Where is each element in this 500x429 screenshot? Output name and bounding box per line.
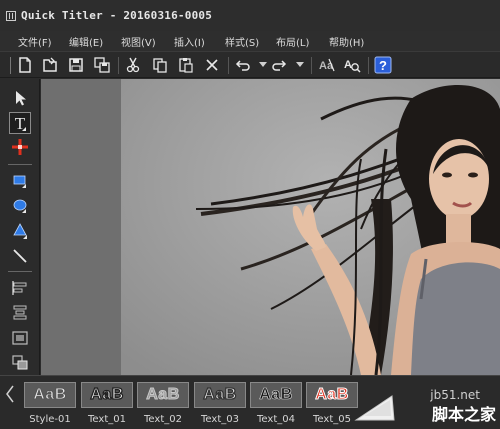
cut-icon[interactable] [124, 56, 142, 74]
layer-tool-icon[interactable] [9, 351, 31, 373]
help-icon[interactable]: ? [374, 56, 392, 74]
text-tool-icon[interactable]: T [9, 112, 31, 134]
crosshair-tool-icon[interactable] [9, 136, 31, 158]
toolbar-separator [311, 57, 312, 74]
style-preview-text: AaB [259, 386, 293, 404]
menu-layout[interactable]: 布局(L) [276, 34, 309, 49]
app-icon [6, 10, 16, 21]
delete-icon[interactable] [203, 56, 221, 74]
style-label: Text_01 [88, 414, 126, 425]
style-label: Text_03 [201, 414, 239, 425]
palette-separator [8, 164, 32, 165]
redo-dropdown-icon[interactable] [296, 62, 304, 67]
text-preview-icon[interactable]: A [343, 56, 361, 74]
open-icon[interactable] [41, 56, 59, 74]
menu-help[interactable]: 帮助(H) [329, 34, 364, 49]
align-center-icon[interactable] [9, 301, 31, 323]
watermark-url: jb51.net [430, 388, 480, 402]
style-library-strip: AaB Style-01 AaB Text_01 AaB Text_02 AaB… [0, 375, 500, 429]
tool-palette: T [0, 79, 40, 375]
scroll-left-icon[interactable] [6, 380, 14, 408]
undo-dropdown-icon[interactable] [259, 62, 267, 67]
style-preview-text: AaB [315, 386, 349, 404]
svg-text:A: A [344, 59, 352, 71]
menu-file[interactable]: 文件(F) [18, 34, 52, 49]
style-swatch[interactable]: AaB [137, 382, 189, 408]
ellipse-tool-icon[interactable] [9, 194, 31, 216]
line-tool-icon[interactable] [9, 245, 31, 267]
canvas-margin-area [41, 79, 121, 375]
redo-icon[interactable] [270, 56, 288, 74]
select-arrow-icon[interactable] [9, 87, 31, 109]
title-bar: Quick Titler - 20160316-0005 [0, 0, 500, 31]
palette-separator [8, 271, 32, 272]
toolbar-grip [10, 57, 11, 74]
style-preview-text: AaB [146, 386, 180, 404]
menu-insert[interactable]: 插入(I) [174, 34, 205, 49]
menu-style[interactable]: 样式(S) [225, 34, 259, 49]
frame-tool-icon[interactable] [9, 327, 31, 349]
style-swatch[interactable]: AaB [306, 382, 358, 408]
style-label: Style-01 [29, 414, 71, 425]
style-preview-text: AaB [90, 385, 124, 403]
copy-icon[interactable] [151, 56, 169, 74]
menu-bar: 文件(F) 编辑(E) 视图(V) 插入(I) 样式(S) 布局(L) 帮助(H… [0, 31, 500, 51]
paste-icon[interactable] [177, 56, 195, 74]
style-swatch[interactable]: AaB [81, 382, 133, 408]
woman-portrait-image [121, 79, 500, 375]
title-canvas[interactable] [41, 79, 500, 375]
new-icon[interactable] [16, 56, 34, 74]
window-title: Quick Titler - 20160316-0005 [21, 9, 213, 22]
text-effect-icon[interactable]: Aa [318, 56, 336, 74]
toolbar-separator [368, 57, 369, 74]
watermark-text: 脚本之家 [431, 405, 496, 424]
menu-view[interactable]: 视图(V) [121, 34, 156, 49]
style-label: Text_04 [257, 414, 295, 425]
undo-icon[interactable] [234, 56, 252, 74]
style-preview-text: AaB [33, 386, 67, 404]
menu-edit[interactable]: 编辑(E) [69, 34, 103, 49]
triangle-tool-icon[interactable] [9, 219, 31, 241]
background-photo [121, 79, 500, 375]
save-icon[interactable] [67, 56, 85, 74]
toolbar-separator [228, 57, 229, 74]
style-preview-text: AaB [203, 385, 237, 403]
watermark-logo [354, 395, 395, 421]
toolbar: Aa A ? [0, 51, 500, 78]
align-left-icon[interactable] [9, 277, 31, 299]
style-swatch[interactable]: AaB [250, 382, 302, 408]
save-all-icon[interactable] [93, 56, 111, 74]
rectangle-tool-icon[interactable] [9, 169, 31, 191]
toolbar-separator [118, 57, 119, 74]
style-swatch[interactable]: AaB [194, 382, 246, 408]
style-swatch[interactable]: AaB [24, 382, 76, 408]
style-label: Text_02 [144, 414, 182, 425]
svg-text:?: ? [379, 58, 387, 73]
